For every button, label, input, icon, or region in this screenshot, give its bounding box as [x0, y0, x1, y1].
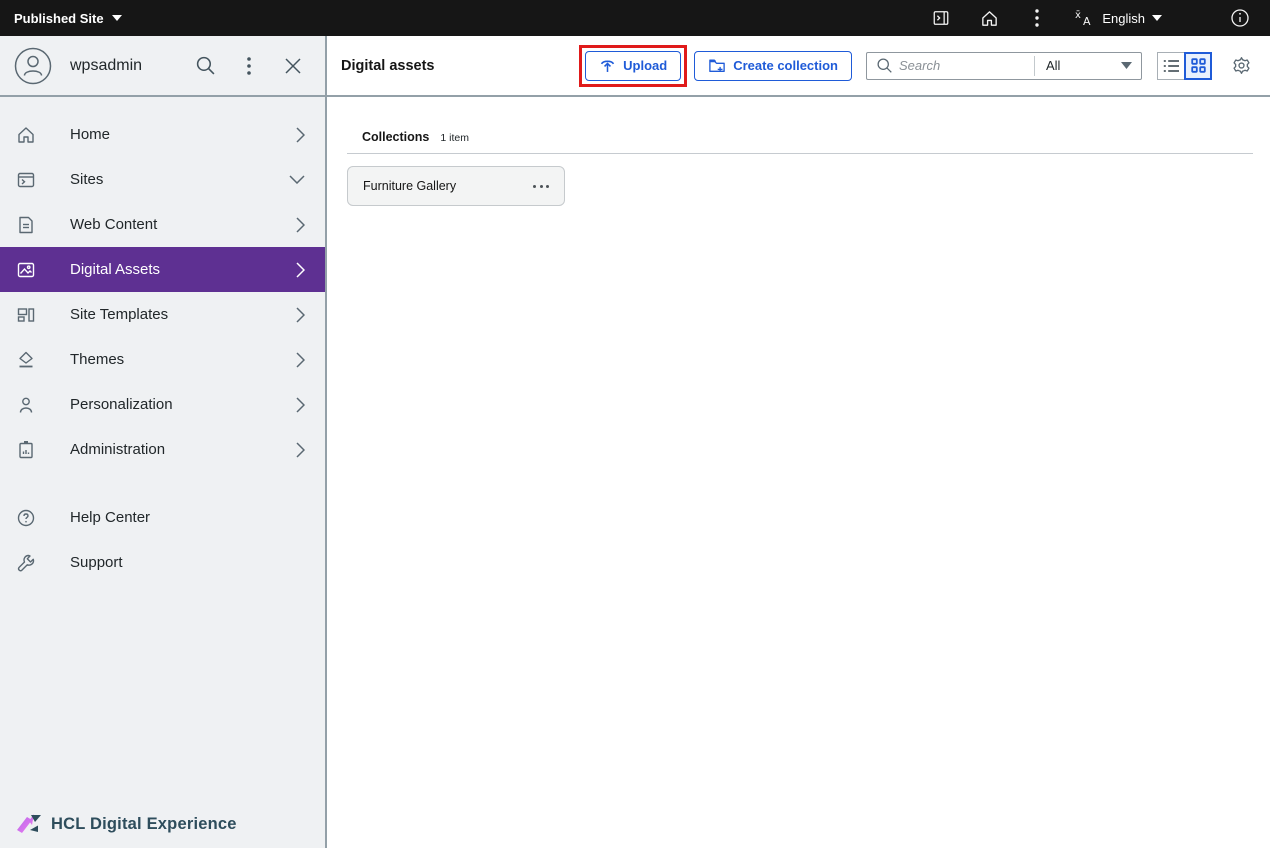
caret-down-icon [1152, 15, 1162, 21]
search-icon [876, 57, 893, 74]
site-preview-icon[interactable] [917, 0, 965, 36]
info-icon[interactable] [1216, 0, 1264, 36]
hcl-logo-mark-icon [16, 812, 42, 836]
list-view-button[interactable] [1157, 52, 1185, 80]
search-icon[interactable] [191, 52, 219, 80]
folder-add-icon [708, 58, 726, 74]
chevron-right-icon [296, 442, 305, 458]
sidebar-nav: Home Sites [0, 97, 325, 472]
sidebar-item-label: Themes [70, 351, 124, 368]
section-header: Collections 1 item [347, 130, 1253, 144]
view-toggle [1157, 52, 1212, 80]
site-switcher-label: Published Site [14, 11, 104, 26]
sidebar-item-administration[interactable]: Administration [0, 427, 325, 472]
caret-down-icon [1121, 62, 1132, 69]
home-icon [16, 125, 36, 145]
filter-value: All [1046, 58, 1060, 73]
sidebar-item-label: Web Content [70, 216, 157, 233]
caret-down-icon [112, 15, 122, 21]
image-icon [16, 260, 36, 280]
sidebar-item-home[interactable]: Home [0, 112, 325, 157]
sidebar-item-help-center[interactable]: Help Center [0, 495, 325, 540]
section-title: Collections [362, 130, 429, 144]
upload-label: Upload [623, 58, 667, 73]
chevron-down-icon [289, 175, 305, 184]
avatar [14, 47, 52, 85]
main-panel: Digital assets Upload [327, 36, 1270, 848]
collection-name: Furniture Gallery [363, 179, 456, 193]
username-label: wpsadmin [70, 57, 142, 75]
theme-icon [16, 350, 36, 370]
sidebar-item-support[interactable]: Support [0, 540, 325, 585]
create-collection-button[interactable]: Create collection [694, 51, 852, 81]
language-label: English [1102, 11, 1145, 26]
collections-section: Collections 1 item Furniture Gallery [327, 97, 1270, 206]
grid-view-icon [1191, 58, 1206, 73]
main-toolbar: Digital assets Upload [327, 36, 1270, 97]
sidebar-item-label: Help Center [70, 509, 150, 526]
search-filter-dropdown[interactable]: All [1035, 53, 1141, 79]
create-collection-label: Create collection [733, 58, 838, 73]
svg-text:A: A [1083, 15, 1091, 27]
upload-icon [599, 58, 616, 74]
gear-icon[interactable] [1226, 51, 1256, 81]
top-bar: Published Site x̄ A [0, 0, 1270, 36]
overflow-menu-icon[interactable] [1013, 0, 1061, 36]
help-icon [16, 508, 36, 528]
chevron-right-icon [296, 397, 305, 413]
sidebar-item-label: Administration [70, 441, 165, 458]
person-icon [16, 395, 36, 415]
language-selector[interactable]: x̄ A English [1061, 0, 1176, 36]
search-bar: All [866, 52, 1142, 80]
sidebar-item-digital-assets[interactable]: Digital Assets [0, 247, 325, 292]
overflow-menu-icon[interactable] [235, 52, 263, 80]
divider [347, 153, 1253, 154]
translate-icon: x̄ A [1075, 9, 1095, 27]
search-input[interactable] [899, 58, 1034, 73]
svg-text:x̄: x̄ [1075, 10, 1081, 21]
page-title: Digital assets [341, 58, 435, 74]
upload-annotation-box: Upload [579, 45, 687, 87]
sidebar-header: wpsadmin [0, 36, 325, 97]
document-icon [16, 215, 36, 235]
chevron-right-icon [296, 352, 305, 368]
sidebar-item-themes[interactable]: Themes [0, 337, 325, 382]
sidebar-item-site-templates[interactable]: Site Templates [0, 292, 325, 337]
sidebar-item-personalization[interactable]: Personalization [0, 382, 325, 427]
collection-card[interactable]: Furniture Gallery [347, 166, 565, 206]
top-bar-actions: x̄ A English [917, 0, 1270, 36]
wrench-icon [16, 553, 36, 573]
chevron-right-icon [296, 217, 305, 233]
sidebar-item-label: Site Templates [70, 306, 168, 323]
grid-view-button[interactable] [1184, 52, 1212, 80]
clipboard-chart-icon [16, 440, 36, 460]
template-icon [16, 305, 36, 325]
hcl-dx-logo: HCL Digital Experience [0, 812, 325, 848]
close-icon[interactable] [279, 52, 307, 80]
sidebar-item-web-content[interactable]: Web Content [0, 202, 325, 247]
sidebar-item-sites[interactable]: Sites [0, 157, 325, 202]
sites-icon [16, 170, 36, 190]
sidebar: wpsadmin [0, 36, 327, 848]
chevron-right-icon [296, 262, 305, 278]
sidebar-item-label: Support [70, 554, 123, 571]
upload-button[interactable]: Upload [585, 51, 681, 81]
sidebar-footer-nav: Help Center Support [0, 495, 325, 585]
user-profile[interactable]: wpsadmin [14, 47, 142, 85]
sidebar-item-label: Digital Assets [70, 261, 160, 278]
sidebar-item-label: Home [70, 126, 110, 143]
sidebar-item-label: Personalization [70, 396, 173, 413]
chevron-right-icon [296, 127, 305, 143]
list-view-icon [1163, 59, 1180, 73]
site-switcher[interactable]: Published Site [0, 11, 122, 26]
item-count: 1 item [440, 132, 469, 144]
logo-text: HCL Digital Experience [51, 815, 237, 834]
sidebar-item-label: Sites [70, 171, 103, 188]
ellipsis-icon[interactable] [531, 179, 551, 194]
home-icon[interactable] [965, 0, 1013, 36]
chevron-right-icon [296, 307, 305, 323]
